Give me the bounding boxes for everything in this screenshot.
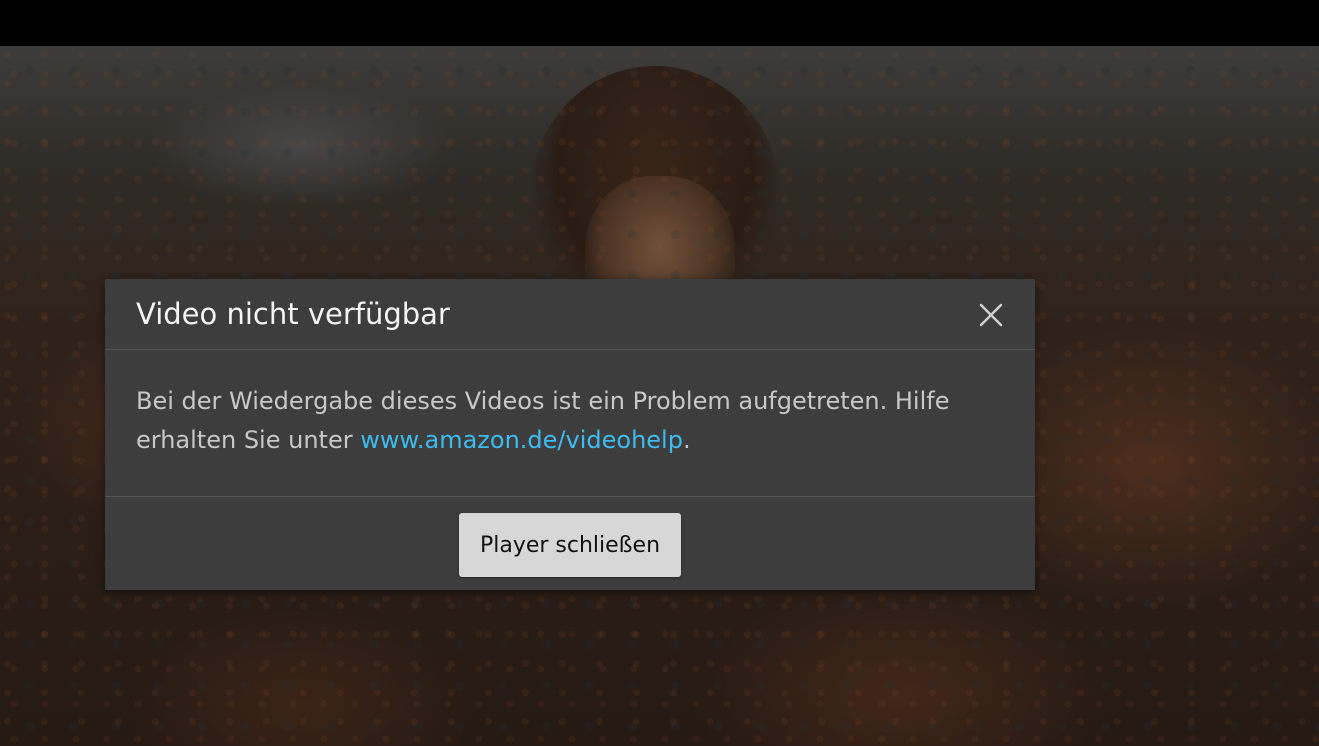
top-black-bar — [0, 0, 1319, 46]
close-button[interactable] — [975, 299, 1007, 331]
dialog-body: Bei der Wiedergabe dieses Videos ist ein… — [105, 350, 1035, 497]
error-message-suffix: . — [682, 426, 691, 454]
dialog-footer: Player schließen — [105, 497, 1035, 590]
dialog-title: Video nicht verfügbar — [136, 297, 450, 331]
close-player-button[interactable]: Player schließen — [459, 513, 681, 577]
dialog-header: Video nicht verfügbar — [105, 279, 1035, 350]
error-dialog: Video nicht verfügbar Bei der Wiedergabe… — [105, 279, 1035, 590]
close-icon — [979, 303, 1003, 327]
help-link[interactable]: www.amazon.de/videohelp — [360, 426, 683, 454]
error-message: Bei der Wiedergabe dieses Videos ist ein… — [136, 382, 1006, 460]
